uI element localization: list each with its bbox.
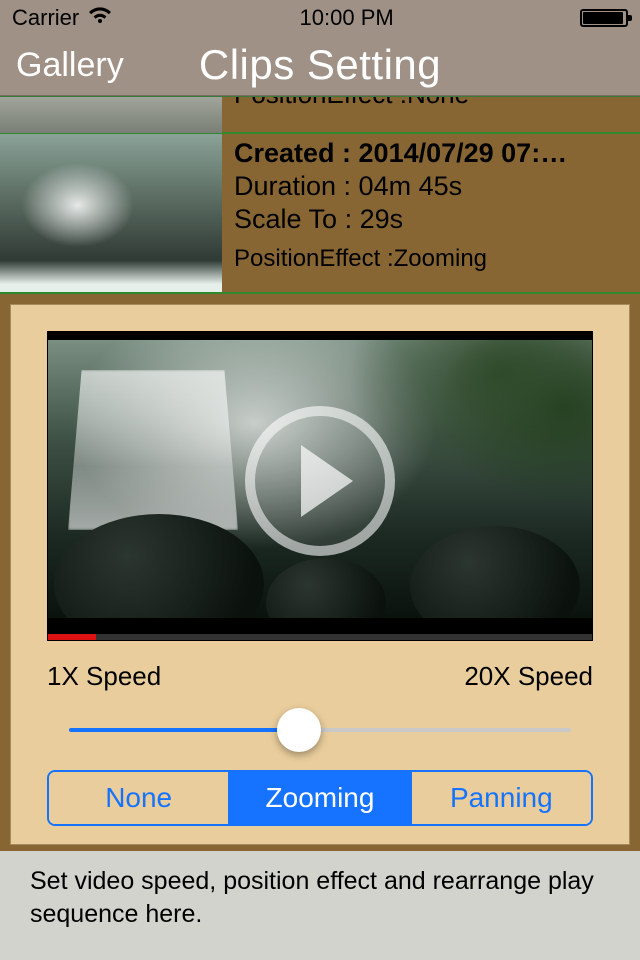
back-button[interactable]: Gallery <box>16 46 124 85</box>
speed-max-label: 20X Speed <box>464 661 593 692</box>
clip-created: Created : 2014/07/29 07:… <box>234 138 628 169</box>
segment-none[interactable]: None <box>49 772 230 824</box>
clip-row-prev[interactable]: PositionEffect :None <box>0 96 640 132</box>
status-bar: Carrier 10:00 PM <box>0 0 640 36</box>
video-progress-track[interactable] <box>48 634 592 640</box>
play-icon <box>301 445 353 517</box>
nav-bar: Gallery Clips Setting <box>0 36 640 96</box>
clip-duration: Duration : 04m 45s <box>234 171 628 202</box>
carrier-label: Carrier <box>12 5 79 31</box>
clip-scale: Scale To : 29s <box>234 204 628 235</box>
clip-list: PositionEffect :None Created : 2014/07/2… <box>0 96 640 294</box>
play-button[interactable] <box>245 406 395 556</box>
speed-slider[interactable] <box>47 698 593 762</box>
editor-panel: 1X Speed 20X Speed None Zooming Panning <box>10 304 630 845</box>
clip-row-selected[interactable]: Created : 2014/07/29 07:… Duration : 04m… <box>0 132 640 294</box>
battery-icon <box>580 9 628 27</box>
clip-effect: PositionEffect :None <box>234 97 469 109</box>
slider-thumb[interactable] <box>277 708 321 752</box>
help-text: Set video speed, position effect and rea… <box>0 851 640 960</box>
effect-segmented-control: None Zooming Panning <box>47 770 593 826</box>
slider-fill <box>69 728 299 732</box>
segment-zooming[interactable]: Zooming <box>230 772 411 824</box>
clip-thumb <box>0 134 222 292</box>
clock: 10:00 PM <box>300 5 394 31</box>
segment-panning[interactable]: Panning <box>412 772 591 824</box>
clip-effect: PositionEffect :Zooming <box>234 245 628 273</box>
editor-panel-wrap: 1X Speed 20X Speed None Zooming Panning <box>0 294 640 851</box>
video-preview[interactable] <box>47 331 593 641</box>
wifi-icon <box>87 5 113 31</box>
speed-min-label: 1X Speed <box>47 661 161 692</box>
clip-thumb <box>0 97 222 133</box>
video-progress-fill <box>48 634 96 640</box>
